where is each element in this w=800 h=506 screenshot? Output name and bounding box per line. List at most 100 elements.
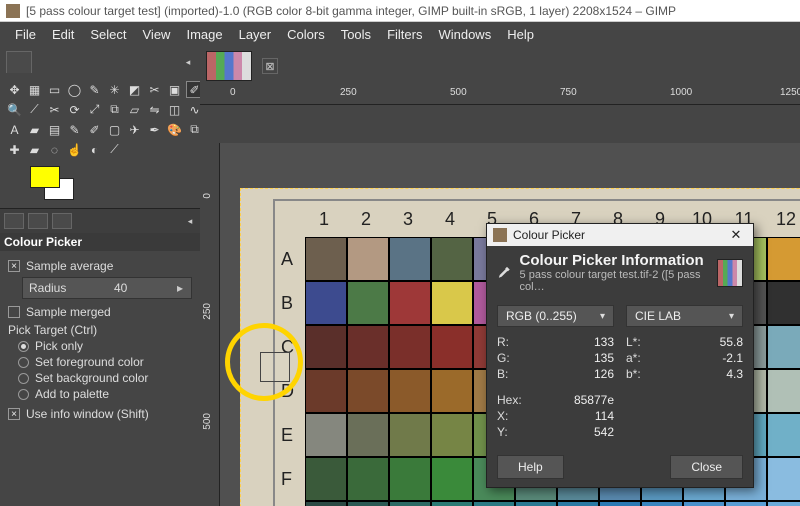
color-mode-right-dropdown[interactable]: CIE LAB ▾ bbox=[626, 305, 743, 327]
tool-zoom[interactable]: 🔍 bbox=[6, 101, 23, 118]
pick-target-option[interactable]: Pick only bbox=[18, 339, 192, 353]
color-mode-left-dropdown[interactable]: RGB (0..255) ▾ bbox=[497, 305, 614, 327]
tool-paintbrush[interactable]: ✐ bbox=[86, 121, 103, 138]
color-swatch bbox=[431, 413, 473, 457]
menu-file[interactable]: File bbox=[8, 25, 43, 44]
color-swatch bbox=[767, 369, 800, 413]
undo-history-tab[interactable] bbox=[52, 213, 72, 229]
menu-colors[interactable]: Colors bbox=[280, 25, 332, 44]
tool-smudge[interactable]: ☝ bbox=[66, 141, 83, 158]
ruler-tick: 250 bbox=[202, 303, 213, 320]
row-letter: B bbox=[281, 281, 295, 325]
menu-filters[interactable]: Filters bbox=[380, 25, 429, 44]
pick-target-option[interactable]: Set foreground color bbox=[18, 355, 192, 369]
tool-ink[interactable]: ✒ bbox=[146, 121, 163, 138]
sample-average-label: Sample average bbox=[26, 259, 113, 273]
toolbox-menu-icon[interactable]: ◂ bbox=[182, 56, 194, 68]
radius-spinner[interactable]: ▸ bbox=[175, 281, 185, 295]
menu-layer[interactable]: Layer bbox=[232, 25, 279, 44]
pick-target-option[interactable]: Add to palette bbox=[18, 387, 192, 401]
image-tab-bar[interactable]: ⊠ bbox=[200, 47, 800, 85]
tool-bucket[interactable]: ▰ bbox=[26, 121, 43, 138]
tool-crop[interactable]: ✂ bbox=[46, 101, 63, 118]
menu-windows[interactable]: Windows bbox=[431, 25, 498, 44]
tool-pencil[interactable]: ✎ bbox=[66, 121, 83, 138]
tool-path[interactable]: ⟋ bbox=[106, 141, 123, 158]
ruler-tick: 500 bbox=[202, 413, 213, 430]
dialog-close-icon[interactable]: ✕ bbox=[725, 227, 747, 243]
dialog-heading: Colour Picker Information bbox=[520, 252, 710, 269]
color-swatch bbox=[347, 501, 389, 506]
radio-icon[interactable] bbox=[18, 389, 29, 400]
image-tab-close-icon[interactable]: ⊠ bbox=[262, 58, 278, 74]
tool-options-tab[interactable] bbox=[4, 213, 24, 229]
use-info-window-checkbox[interactable] bbox=[8, 408, 20, 420]
radio-icon[interactable] bbox=[18, 373, 29, 384]
help-button[interactable]: Help bbox=[497, 455, 564, 479]
sample-merged-checkbox[interactable] bbox=[8, 306, 20, 318]
row-letter: E bbox=[281, 413, 295, 457]
tool-dodge[interactable]: ◐ bbox=[86, 141, 103, 158]
sample-average-checkbox[interactable] bbox=[8, 260, 20, 272]
toolbox-tab[interactable] bbox=[6, 51, 32, 73]
tool-measure[interactable]: ⟋ bbox=[26, 101, 43, 118]
pick-target-option[interactable]: Set background color bbox=[18, 371, 192, 385]
tool-cage[interactable]: ◫ bbox=[166, 101, 183, 118]
lab-values: L*:55.8 a*:-2.1 b*:4.3 bbox=[626, 333, 743, 383]
tool-foreground-select[interactable]: ▣ bbox=[166, 81, 183, 98]
image-tab-thumb[interactable] bbox=[206, 51, 252, 81]
tool-blur[interactable]: ◌ bbox=[46, 141, 63, 158]
color-picker-dialog[interactable]: Colour Picker ✕ Colour Picker Informatio… bbox=[486, 223, 754, 488]
tool-options-tab-bar[interactable]: ◂ bbox=[0, 208, 200, 233]
radius-field[interactable]: Radius 40 ▸ bbox=[22, 277, 192, 299]
device-status-tab[interactable] bbox=[28, 213, 48, 229]
radius-label: Radius bbox=[29, 281, 66, 295]
fg-color-swatch[interactable] bbox=[30, 166, 60, 188]
tool-scale[interactable]: ⤢ bbox=[86, 101, 103, 118]
menu-tools[interactable]: Tools bbox=[334, 25, 378, 44]
tool-flip[interactable]: ⇋ bbox=[146, 101, 163, 118]
tool-align[interactable]: ▦ bbox=[26, 81, 43, 98]
toolbox-grid: ✥▦▭◯✎✳◩✂▣✐🔍⟋✂⟳⤢⧉▱⇋◫∿A▰▤✎✐▢✈✒🎨⧉✚▰◌☝◐⟋ bbox=[0, 77, 200, 162]
tool-move[interactable]: ✥ bbox=[6, 81, 23, 98]
dialog-titlebar[interactable]: Colour Picker ✕ bbox=[487, 224, 753, 246]
tool-mypaint[interactable]: 🎨 bbox=[166, 121, 183, 138]
menu-bar[interactable]: FileEditSelectViewImageLayerColorsToolsF… bbox=[0, 22, 800, 47]
toolbox-tab-bar[interactable]: ◂ bbox=[0, 47, 200, 77]
tool-free-select[interactable]: ✎ bbox=[86, 81, 103, 98]
color-swatch bbox=[767, 413, 800, 457]
column-number: 12 bbox=[765, 209, 800, 230]
column-number: 4 bbox=[429, 209, 471, 230]
color-swatch bbox=[389, 237, 431, 281]
fg-bg-color-widget[interactable] bbox=[30, 166, 76, 202]
menu-view[interactable]: View bbox=[136, 25, 178, 44]
color-swatch bbox=[431, 457, 473, 501]
sample-region-indicator bbox=[260, 352, 290, 382]
tool-perspective-clone[interactable]: ▰ bbox=[26, 141, 43, 158]
tool-by-color-select[interactable]: ◩ bbox=[126, 81, 143, 98]
color-swatch bbox=[347, 413, 389, 457]
menu-help[interactable]: Help bbox=[500, 25, 541, 44]
tool-perspective[interactable]: ▱ bbox=[126, 101, 143, 118]
radio-icon[interactable] bbox=[18, 357, 29, 368]
tool-text[interactable]: A bbox=[6, 121, 23, 138]
dock-menu-icon[interactable]: ◂ bbox=[184, 215, 196, 227]
tool-gradient[interactable]: ▤ bbox=[46, 121, 63, 138]
tool-ellipse-select[interactable]: ◯ bbox=[66, 81, 83, 98]
tool-shear[interactable]: ⧉ bbox=[106, 101, 123, 118]
menu-select[interactable]: Select bbox=[83, 25, 133, 44]
menu-image[interactable]: Image bbox=[179, 25, 229, 44]
tool-heal[interactable]: ✚ bbox=[6, 141, 23, 158]
tool-rotate[interactable]: ⟳ bbox=[66, 101, 83, 118]
ruler-tick: 1000 bbox=[670, 87, 692, 98]
ruler-tick: 750 bbox=[560, 87, 577, 98]
tool-airbrush[interactable]: ✈ bbox=[126, 121, 143, 138]
tool-scissors[interactable]: ✂ bbox=[146, 81, 163, 98]
tool-eraser[interactable]: ▢ bbox=[106, 121, 123, 138]
chevron-down-icon: ▾ bbox=[729, 311, 734, 322]
tool-fuzzy-select[interactable]: ✳ bbox=[106, 81, 123, 98]
menu-edit[interactable]: Edit bbox=[45, 25, 81, 44]
tool-rect-select[interactable]: ▭ bbox=[46, 81, 63, 98]
close-button[interactable]: Close bbox=[670, 455, 743, 479]
radio-icon[interactable] bbox=[18, 341, 29, 352]
